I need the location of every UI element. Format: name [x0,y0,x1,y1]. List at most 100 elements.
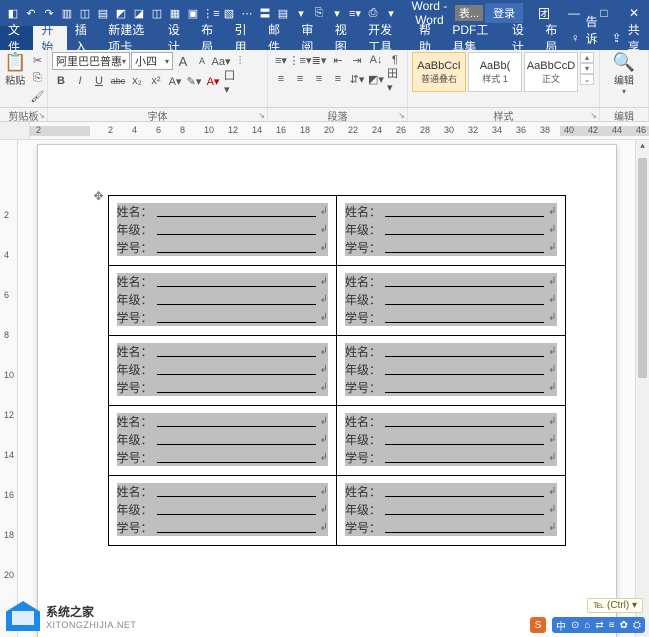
tab-view[interactable]: 视图 [327,26,360,50]
align-center-button[interactable]: ≡ [291,71,309,87]
borders-button[interactable]: 田▾ [386,71,404,87]
minimize-button[interactable]: — [559,0,589,26]
qat-icon-6[interactable]: ▤ [96,6,110,20]
tab-review[interactable]: 审阅 [293,26,326,50]
tab-newtab[interactable]: 新建选项卡 [100,26,160,50]
qat-icon-9[interactable]: ◫ [150,6,164,20]
text-effects-button[interactable]: A▾ [166,73,184,89]
horizontal-ruler[interactable]: 2 2 4 6 8 10 12 14 16 18 20 22 24 26 28 … [0,122,649,140]
ime-s-icon[interactable]: S [530,617,546,633]
qat-icon-16[interactable]: ▤ [276,6,290,20]
dialog-launcher-icon[interactable]: ↘ [258,111,265,120]
label-cell[interactable]: 姓名：↲年级：↲学号：↲ [337,476,566,546]
login-button[interactable]: 登录 [485,3,523,23]
label-cell[interactable]: 姓名：↲年级：↲学号：↲ [337,266,566,336]
multilevel-button[interactable]: ≣▾ [310,52,328,68]
qat-redo-icon[interactable]: ↷ [42,6,56,20]
sort-button[interactable]: A↓ [367,52,385,68]
style-item-3[interactable]: AaBbCcD 正文 [524,52,578,92]
font-size-dropdown[interactable]: 小四▾ [131,52,173,70]
scroll-down-icon[interactable]: ▾ [580,63,594,74]
style-item-2[interactable]: AaBb( 样式 1 [468,52,522,92]
style-gallery-scroll[interactable]: ▴ ▾ ⌄ [580,52,594,85]
qat-icon-10[interactable]: ▦ [168,6,182,20]
qat-icon-4[interactable]: ▥ [60,6,74,20]
qat-save-icon[interactable]: ◧ [6,6,20,20]
editing-button[interactable]: 🔍 编辑 ▾ [607,52,641,96]
subscript-button[interactable]: x₂ [128,73,146,89]
qat-icon-20[interactable]: ≡▾ [348,6,362,20]
grow-font-icon[interactable]: A [174,53,192,69]
italic-button[interactable]: I [71,73,89,89]
tab-pdf[interactable]: PDF工具集 [444,26,504,50]
qat-undo-icon[interactable]: ↶ [24,6,38,20]
font-color-button[interactable]: A▾ [204,73,222,89]
decrease-indent-button[interactable]: ⇤ [329,52,347,68]
tab-table-layout[interactable]: 布局 [537,26,570,50]
shrink-font-icon[interactable]: A [193,53,211,69]
shading-button[interactable]: ◩▾ [367,71,385,87]
scroll-up-icon[interactable]: ▴ [580,52,594,63]
tab-help[interactable]: 帮助 [411,26,444,50]
format-painter-icon[interactable]: 🖌 [28,88,46,104]
qat-icon-18[interactable]: ⎘ [312,6,326,20]
dialog-launcher-icon[interactable]: ↘ [590,111,597,120]
highlight-button[interactable]: ✎▾ [185,73,203,89]
qat-icon-12[interactable]: ⋮≡ [204,6,218,20]
tab-insert[interactable]: 插入 [67,26,100,50]
scroll-thumb[interactable] [638,158,647,378]
tell-me-icon[interactable]: ♀ [571,31,580,45]
tab-table-design[interactable]: 设计 [504,26,537,50]
page[interactable]: ✥ 姓名：↲年级：↲学号：↲姓名：↲年级：↲学号：↲姓名：↲年级：↲学号：↲姓名… [37,144,617,637]
scroll-more-icon[interactable]: ⌄ [580,74,594,85]
align-left-button[interactable]: ≡ [272,71,290,87]
char-border-button[interactable]: 囗▾ [223,73,241,89]
label-table[interactable]: 姓名：↲年级：↲学号：↲姓名：↲年级：↲学号：↲姓名：↲年级：↲学号：↲姓名：↲… [108,195,566,546]
underline-button[interactable]: U [90,73,108,89]
tab-developer[interactable]: 开发工具 [360,26,411,50]
ime-group[interactable]: 中 ⊙ ⌂ ⇄ ≡ ✿ ⛭ [552,617,645,633]
qat-icon-11[interactable]: ▣ [186,6,200,20]
qat-icon-5[interactable]: ◫ [78,6,92,20]
increase-indent-button[interactable]: ⇥ [348,52,366,68]
label-cell[interactable]: 姓名：↲年级：↲学号：↲ [108,266,337,336]
qat-icon-13[interactable]: ▧ [222,6,236,20]
tab-references[interactable]: 引用 [227,26,260,50]
align-right-button[interactable]: ≡ [310,71,328,87]
qat-icon-7[interactable]: ◩ [114,6,128,20]
tab-mailings[interactable]: 邮件 [260,26,293,50]
cut-icon[interactable]: ✂ [28,52,46,68]
document-area[interactable]: ✥ 姓名：↲年级：↲学号：↲姓名：↲年级：↲学号：↲姓名：↲年级：↲学号：↲姓名… [18,140,635,637]
tab-design[interactable]: 设计 [160,26,193,50]
label-cell[interactable]: 姓名：↲年级：↲学号：↲ [108,196,337,266]
vertical-scrollbar[interactable]: ▴ ▾ [635,140,649,637]
tab-home[interactable]: 开始 [33,26,66,50]
numbering-button[interactable]: ⋮≡▾ [291,52,309,68]
strike-button[interactable]: abc [109,73,127,89]
copy-icon[interactable]: ⎘ [28,70,46,86]
style-item-1[interactable]: AaBbCcI 普通叠右 [412,52,466,92]
paste-button[interactable]: 📋 粘贴 [4,52,26,87]
label-cell[interactable]: 姓名：↲年级：↲学号：↲ [337,336,566,406]
label-cell[interactable]: 姓名：↲年级：↲学号：↲ [108,476,337,546]
label-cell[interactable]: 姓名：↲年级：↲学号：↲ [108,336,337,406]
label-cell[interactable]: 姓名：↲年级：↲学号：↲ [337,196,566,266]
qat-icon-14[interactable]: ⋯ [240,6,254,20]
scroll-up-icon[interactable]: ▴ [636,140,649,154]
tab-file[interactable]: 文件 [0,26,33,50]
qat-icon-19[interactable]: ▾ [330,6,344,20]
dialog-launcher-icon[interactable]: ↘ [398,111,405,120]
table-move-handle-icon[interactable]: ✥ [94,189,104,203]
qat-icon-8[interactable]: ◪ [132,6,146,20]
dialog-launcher-icon[interactable]: ↘ [38,111,45,120]
label-cell[interactable]: 姓名：↲年级：↲学号：↲ [108,406,337,476]
line-spacing-button[interactable]: ⇵▾ [348,71,366,87]
bullets-button[interactable]: ≡▾ [272,52,290,68]
bold-button[interactable]: B [52,73,70,89]
superscript-button[interactable]: x² [147,73,165,89]
qat-icon-21[interactable]: ⎙ [366,6,380,20]
label-cell[interactable]: 姓名：↲年级：↲学号：↲ [337,406,566,476]
tab-layout[interactable]: 布局 [193,26,226,50]
align-justify-button[interactable]: ≡ [329,71,347,87]
qat-icon-17[interactable]: ▾ [294,6,308,20]
